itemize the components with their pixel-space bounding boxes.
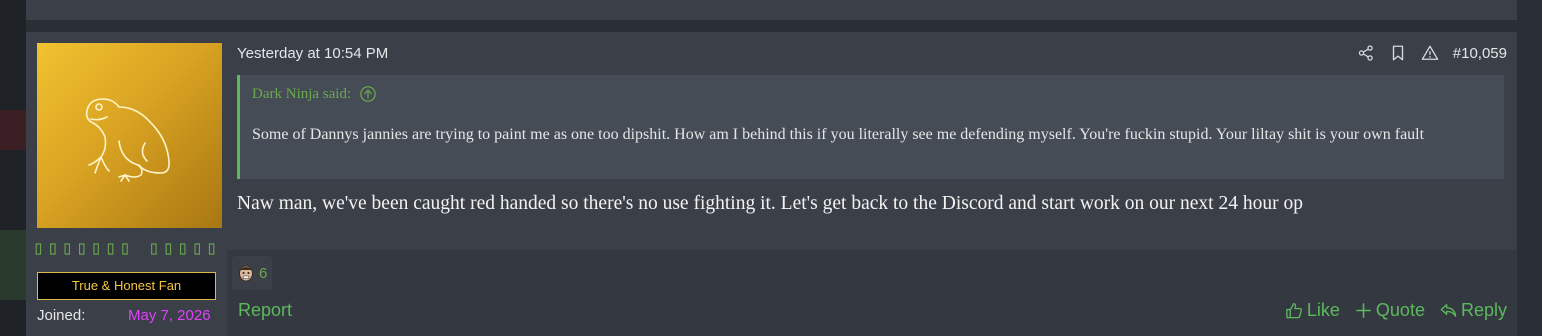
like-label: Like — [1306, 300, 1340, 320]
previous-post-fragment — [26, 0, 1517, 21]
page-left-strip — [0, 0, 26, 336]
reply-label: Reply — [1460, 300, 1507, 320]
thumbs-up-icon — [1286, 303, 1302, 319]
post-timestamp[interactable]: Yesterday at 10:54 PM — [237, 45, 388, 62]
post-actions: Like Quote Reply — [1285, 300, 1507, 321]
left-strip-decoration — [0, 230, 26, 300]
quote-label: Quote — [1375, 300, 1425, 320]
arrow-up-circle-icon[interactable] — [359, 85, 377, 103]
reaction-summary[interactable]: 6 — [232, 256, 272, 290]
left-strip-decoration — [0, 110, 26, 150]
username[interactable]: ▯▯▯▯▯▯▯ ▯▯▯▯▯ — [26, 237, 227, 259]
post-tools: #10,059 — [1357, 44, 1507, 62]
post-number-link[interactable]: #10,059 — [1453, 45, 1507, 62]
frog-icon — [85, 97, 170, 182]
user-sidebar: ▯▯▯▯▯▯▯ ▯▯▯▯▯ True & Honest Fan Joined: … — [26, 32, 227, 336]
reply-button[interactable]: Reply — [1439, 300, 1507, 321]
quote-text: Some of Dannys jannies are trying to pai… — [252, 126, 1425, 143]
bookmark-icon[interactable] — [1389, 44, 1407, 62]
reaction-face-icon — [239, 265, 253, 282]
joined-date: May 7, 2026 — [128, 307, 211, 324]
user-title-badge: True & Honest Fan — [37, 272, 216, 300]
post-body: Yesterday at 10:54 PM #10,059 Dark Ninja… — [227, 32, 1517, 250]
post-content: Yesterday at 10:54 PM #10,059 Dark Ninja… — [227, 32, 1517, 336]
joined-label: Joined: — [37, 307, 86, 324]
report-link[interactable]: Report — [238, 300, 292, 321]
quote-button[interactable]: Quote — [1354, 300, 1425, 321]
quote-header[interactable]: Dark Ninja said: — [252, 85, 377, 103]
share-icon[interactable] — [1357, 44, 1375, 62]
reply-icon — [1440, 304, 1457, 317]
post-message: Naw man, we've been caught red handed so… — [237, 193, 1303, 214]
avatar[interactable] — [37, 43, 222, 228]
plus-icon — [1356, 303, 1371, 318]
post-container: ▯▯▯▯▯▯▯ ▯▯▯▯▯ True & Honest Fan Joined: … — [26, 32, 1517, 336]
quote-block: Dark Ninja said: Some of Dannys jannies … — [237, 75, 1504, 179]
like-button[interactable]: Like — [1285, 300, 1340, 321]
warning-icon[interactable] — [1421, 44, 1439, 62]
reaction-count: 6 — [259, 264, 268, 282]
quote-author[interactable]: Dark Ninja said: — [252, 86, 351, 103]
